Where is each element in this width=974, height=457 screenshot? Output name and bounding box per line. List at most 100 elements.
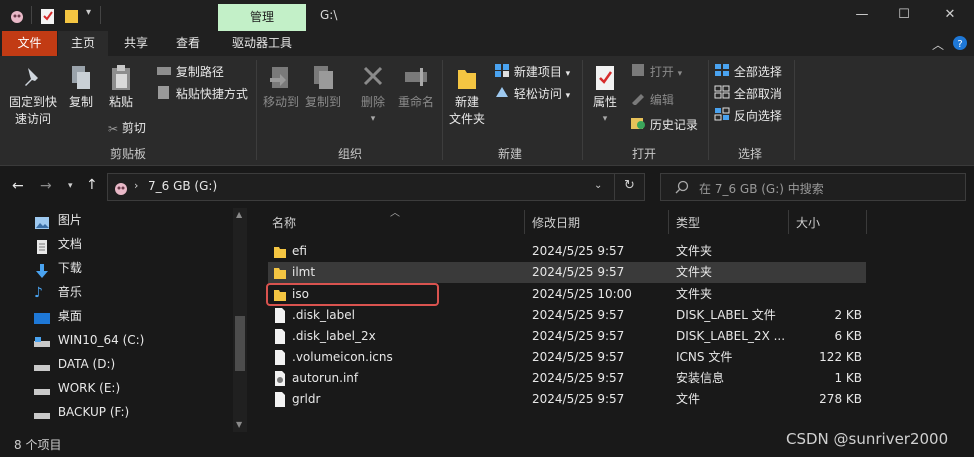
new-folder-button[interactable]: 新建 文件夹 [446, 64, 488, 128]
table-row[interactable]: .disk_label_2x 2024/5/25 9:57 DISK_LABEL… [268, 326, 866, 347]
easy-access-button[interactable]: 轻松访问 ▾ [494, 84, 570, 104]
scroll-up-icon[interactable]: ▲ [236, 210, 242, 219]
nav-item-drive-f[interactable]: BACKUP (F:) [34, 400, 129, 424]
nav-item-downloads[interactable]: 下载 [34, 256, 82, 280]
nav-item-drive-e[interactable]: WORK (E:) [34, 376, 120, 400]
file-size: 122 KB [819, 350, 862, 364]
refresh-icon[interactable]: ↻ [624, 178, 635, 193]
new-folder-label-line2: 文件夹 [448, 112, 485, 126]
file-type: 文件夹 [676, 287, 713, 301]
ribbon-separator [256, 60, 257, 160]
recent-locations-icon[interactable]: ▾ [68, 181, 73, 191]
table-row[interactable]: .volumeicon.icns 2024/5/25 9:57 ICNS 文件 … [268, 347, 866, 368]
table-row[interactable]: autorun.inf 2024/5/25 9:57 安装信息 1 KB [268, 368, 866, 389]
address-path[interactable]: 7_6 GB (G:) [148, 179, 217, 193]
copy-path-button[interactable]: 复制路径 [156, 62, 224, 82]
window-title: G:\ [320, 8, 338, 22]
scroll-down-icon[interactable]: ▼ [236, 420, 242, 429]
tab-share[interactable]: 共享 [112, 31, 160, 56]
sort-ascending-icon: ︿ [390, 208, 400, 219]
copy-button[interactable]: 复制 [64, 64, 98, 111]
new-folder-quick-icon[interactable] [64, 7, 80, 25]
open-button[interactable]: 打开 ▾ [630, 62, 682, 82]
forward-arrow-icon[interactable]: → [40, 178, 52, 194]
nav-item-pictures[interactable]: 图片 [34, 208, 82, 232]
edit-button[interactable]: 编辑 [630, 90, 674, 110]
nav-item-desktop[interactable]: 桌面 [34, 304, 82, 328]
help-icon[interactable]: ? [952, 35, 968, 54]
table-row[interactable]: grldr 2024/5/25 9:57 文件 278 KB [268, 389, 866, 410]
tab-manage[interactable]: 管理 [218, 4, 306, 31]
minimize-button[interactable]: — [850, 6, 874, 24]
settings-file-icon [275, 371, 285, 386]
file-name: .disk_label [292, 308, 355, 322]
invert-selection-icon [714, 107, 730, 127]
nav-item-drive-c[interactable]: WIN10_64 (C:) [34, 328, 144, 352]
paste-button[interactable]: 粘贴 [104, 64, 138, 111]
delete-label: 删除 [360, 95, 385, 109]
address-dropdown-icon[interactable]: ⌄ [594, 180, 602, 191]
nav-item-documents[interactable]: 文档 [34, 232, 82, 256]
ribbon-separator [794, 60, 795, 160]
copy-to-button[interactable]: 复制到 [302, 64, 344, 111]
nav-item-music[interactable]: ♪ 音乐 [34, 280, 82, 304]
properties-quick-icon[interactable] [40, 7, 56, 25]
properties-button[interactable]: 属性 ▾ [586, 64, 624, 128]
item-count: 8 个项目 [14, 438, 62, 452]
collapse-ribbon-icon[interactable]: ︿ [932, 36, 944, 53]
properties-label: 属性 [592, 95, 617, 109]
tab-home[interactable]: 主页 [58, 31, 108, 56]
close-button[interactable]: ✕ [938, 6, 962, 24]
column-header-date[interactable]: 修改日期 [532, 214, 580, 232]
column-separator[interactable] [524, 210, 525, 234]
properties-dropdown-icon[interactable]: ▾ [586, 111, 624, 128]
file-icon [275, 350, 285, 365]
copy-to-icon [302, 64, 344, 94]
customize-quick-access-icon[interactable]: ▾ [86, 7, 91, 18]
delete-button[interactable]: 删除 ▾ [356, 64, 390, 128]
breadcrumb-chevron-icon[interactable]: › [134, 179, 138, 192]
column-header-size[interactable]: 大小 [796, 214, 820, 232]
new-item-label: 新建项目 [513, 65, 562, 79]
file-icon [275, 308, 285, 323]
nav-scrollbar-thumb[interactable] [235, 316, 245, 371]
table-row[interactable]: ilmt 2024/5/25 9:57 文件夹 [268, 262, 866, 283]
file-type: 文件 [676, 392, 701, 406]
move-to-button[interactable]: 移动到 [260, 64, 302, 111]
table-row[interactable]: efi 2024/5/25 9:57 文件夹 [268, 241, 866, 262]
drive-app-icon [8, 7, 26, 25]
delete-dropdown-icon[interactable]: ▾ [356, 111, 390, 128]
history-button[interactable]: 历史记录 [630, 115, 698, 135]
table-row[interactable]: .disk_label 2024/5/25 9:57 DISK_LABEL 文件… [268, 305, 866, 326]
nav-item-drive-d[interactable]: DATA (D:) [34, 352, 115, 376]
rename-button[interactable]: 重命名 [396, 64, 436, 111]
file-name: .volumeicon.icns [292, 350, 393, 364]
tab-view[interactable]: 查看 [164, 31, 212, 56]
select-all-button[interactable]: 全部选择 [714, 62, 782, 82]
column-header-type[interactable]: 类型 [676, 214, 700, 232]
new-item-button[interactable]: 新建项目 ▾ [494, 62, 570, 82]
tab-drive-tools[interactable]: 驱动器工具 [218, 31, 306, 56]
up-arrow-icon[interactable]: ↑ [86, 177, 98, 193]
select-none-button[interactable]: 全部取消 [714, 84, 782, 104]
nav-item-label: WORK (E:) [57, 381, 121, 395]
column-header-name[interactable]: 名称 [272, 214, 296, 232]
tab-file[interactable]: 文件 [2, 31, 57, 56]
pictures-icon [34, 214, 50, 229]
invert-selection-button[interactable]: 反向选择 [714, 106, 782, 126]
column-separator[interactable] [866, 210, 867, 234]
pin-quick-access-button[interactable]: 固定到快 速访问 [4, 64, 62, 128]
properties-icon [586, 64, 624, 94]
back-arrow-icon[interactable]: ← [12, 178, 24, 194]
copy-path-label: 复制路径 [175, 65, 224, 79]
documents-icon [34, 238, 50, 254]
search-box[interactable]: 在 7_6 GB (G:) 中搜索 [660, 173, 966, 201]
address-bar[interactable]: › 7_6 GB (G:) ⌄ ↻ [107, 173, 645, 201]
paste-shortcut-button[interactable]: 粘贴快捷方式 [156, 84, 248, 104]
column-separator[interactable] [788, 210, 789, 234]
column-separator[interactable] [668, 210, 669, 234]
paste-icon [104, 64, 138, 94]
select-none-label: 全部取消 [733, 87, 782, 101]
cut-button[interactable]: ✂ 剪切 [108, 118, 146, 138]
maximize-button[interactable]: ☐ [892, 6, 916, 24]
